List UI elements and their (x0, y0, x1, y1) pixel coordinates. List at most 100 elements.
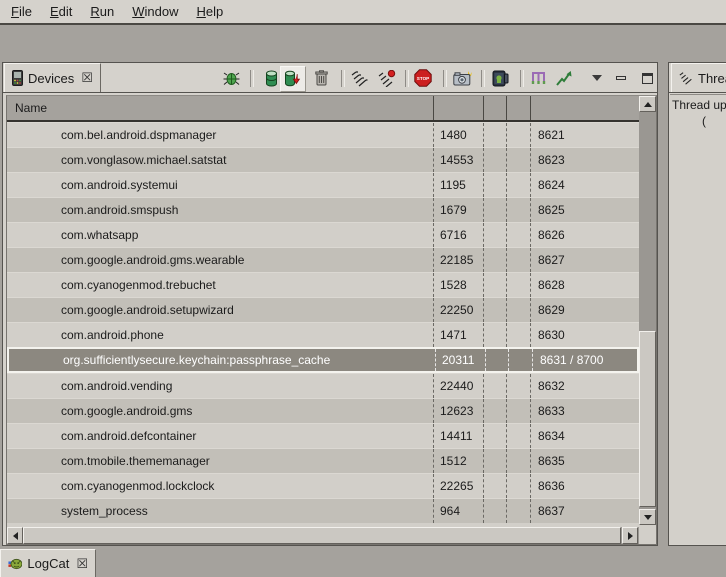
port-cell: 8635 (530, 449, 639, 473)
screen-capture-button[interactable] (452, 68, 472, 88)
port-cell: 8632 (530, 374, 639, 398)
debug-selected-process-button[interactable] (221, 68, 241, 88)
column-header-port[interactable] (530, 96, 639, 120)
update-threads-button[interactable] (349, 68, 369, 88)
column-header-e2[interactable] (506, 96, 530, 120)
port-cell: 8637 (530, 499, 639, 523)
menu-run[interactable]: Run (81, 2, 123, 21)
table-row[interactable]: org.sufficientlysecure.keychain:passphra… (7, 347, 639, 373)
table-row[interactable]: com.whatsapp 6716 8626 (7, 222, 639, 247)
scroll-down-button[interactable] (639, 509, 656, 525)
maximize-button[interactable] (637, 68, 657, 88)
table-row[interactable]: com.google.android.gms 12623 8633 (7, 398, 639, 423)
process-name-cell: com.vonglasow.michael.satstat (7, 148, 433, 172)
column-header-name[interactable]: Name (7, 96, 433, 120)
port-cell: 8625 (530, 198, 639, 222)
start-method-profiling-button[interactable] (377, 68, 397, 88)
toolbar-separator (443, 70, 447, 87)
tab-threads-label: Threads (698, 71, 726, 86)
dump-hprof-icon (284, 70, 302, 88)
empty-cell (506, 474, 530, 498)
pid-cell: 1512 (433, 449, 483, 473)
tab-devices[interactable]: Devices ☒ (4, 63, 101, 92)
capture-ui-hierarchy-button[interactable] (528, 68, 548, 88)
tab-devices-close-icon[interactable]: ☒ (81, 70, 93, 86)
process-name-cell: com.cyanogenmod.lockclock (7, 474, 433, 498)
table-row[interactable]: com.tmobile.thememanager 1512 8635 (7, 448, 639, 473)
empty-cell (506, 399, 530, 423)
screen-record-button[interactable] (490, 68, 510, 88)
view-menu-button[interactable] (587, 68, 607, 88)
horizontal-scroll-thumb[interactable] (23, 527, 621, 544)
threads-content: Thread up ( (670, 94, 726, 544)
empty-cell (483, 223, 506, 247)
toolbar-separator (520, 70, 524, 87)
svg-text:STOP: STOP (417, 76, 429, 81)
stop-process-button[interactable]: STOP (413, 68, 433, 88)
pid-cell: 964 (433, 499, 483, 523)
horizontal-scrollbar[interactable] (7, 527, 639, 544)
table-row[interactable]: com.google.android.setupwizard 22250 862… (7, 297, 639, 322)
scroll-up-button[interactable] (639, 96, 656, 112)
scroll-right-button[interactable] (622, 527, 638, 544)
table-row[interactable]: com.cyanogenmod.trebuchet 1528 8628 (7, 272, 639, 297)
process-name-cell: com.android.phone (7, 323, 433, 347)
table-row[interactable]: com.android.smspush 1679 8625 (7, 197, 639, 222)
table-row[interactable]: com.android.vending 22440 8632 (7, 373, 639, 398)
port-cell: 8636 (530, 474, 639, 498)
menu-help[interactable]: Help (187, 2, 232, 21)
process-name-cell: com.bel.android.dspmanager (7, 123, 433, 147)
empty-cell (506, 223, 530, 247)
scroll-left-button[interactable] (7, 527, 23, 544)
process-name-cell: com.android.smspush (7, 198, 433, 222)
threads-message-line1: Thread up (670, 97, 726, 113)
tab-threads[interactable]: Threads (671, 63, 726, 92)
column-header-e1[interactable] (483, 96, 506, 120)
opengl-trace-icon (556, 70, 572, 86)
pid-cell: 6716 (433, 223, 483, 247)
tab-logcat[interactable]: LogCat ☒ (0, 549, 96, 577)
pid-cell: 1195 (433, 173, 483, 197)
port-cell: 8621 (530, 123, 639, 147)
empty-cell (506, 273, 530, 297)
table-row[interactable]: com.vonglasow.michael.satstat 14553 8623 (7, 147, 639, 172)
empty-cell (483, 474, 506, 498)
empty-cell (483, 499, 506, 523)
menu-edit[interactable]: Edit (41, 2, 81, 21)
update-heap-button[interactable] (261, 68, 281, 88)
port-cell: 8633 (530, 399, 639, 423)
minimize-button[interactable] (611, 68, 631, 88)
process-name-cell: com.google.android.gms.wearable (7, 248, 433, 272)
process-name-cell: com.android.vending (7, 374, 433, 398)
devices-tabrow: Devices ☒ (3, 63, 657, 93)
menu-window[interactable]: Window (123, 2, 187, 21)
empty-cell (506, 323, 530, 347)
dump-hprof-button[interactable] (280, 66, 306, 92)
port-cell: 8634 (530, 424, 639, 448)
empty-cell (508, 349, 532, 371)
tab-logcat-close-icon[interactable]: ☒ (76, 556, 88, 572)
table-row[interactable]: com.cyanogenmod.lockclock 22265 8636 (7, 473, 639, 498)
cause-gc-button[interactable] (311, 68, 331, 88)
table-row[interactable]: com.android.phone 1471 8630 (7, 322, 639, 347)
table-row[interactable]: com.google.android.gms.wearable 22185 86… (7, 247, 639, 272)
port-cell: 8627 (530, 248, 639, 272)
ui-hierarchy-icon (530, 71, 547, 86)
vertical-scroll-thumb[interactable] (639, 331, 656, 507)
column-header-pid[interactable] (433, 96, 483, 120)
table-row[interactable]: com.bel.android.dspmanager 1480 8621 (7, 122, 639, 147)
vertical-scrollbar[interactable] (639, 96, 656, 525)
table-row[interactable]: com.android.defcontainer 14411 8634 (7, 423, 639, 448)
phone-icon (12, 70, 23, 86)
pid-cell: 22185 (433, 248, 483, 272)
empty-cell (506, 374, 530, 398)
threads-panel: Threads Thread up ( (668, 62, 726, 546)
pid-cell: 22440 (433, 374, 483, 398)
table-row[interactable]: system_process 964 8637 (7, 498, 639, 523)
start-opengl-trace-button[interactable] (554, 68, 574, 88)
process-name-cell: com.google.android.setupwizard (7, 298, 433, 322)
tab-devices-label: Devices (28, 71, 74, 86)
table-row[interactable]: com.android.systemui 1195 8624 (7, 172, 639, 197)
menu-file[interactable]: File (2, 2, 41, 21)
toolbar-separator (250, 70, 254, 87)
